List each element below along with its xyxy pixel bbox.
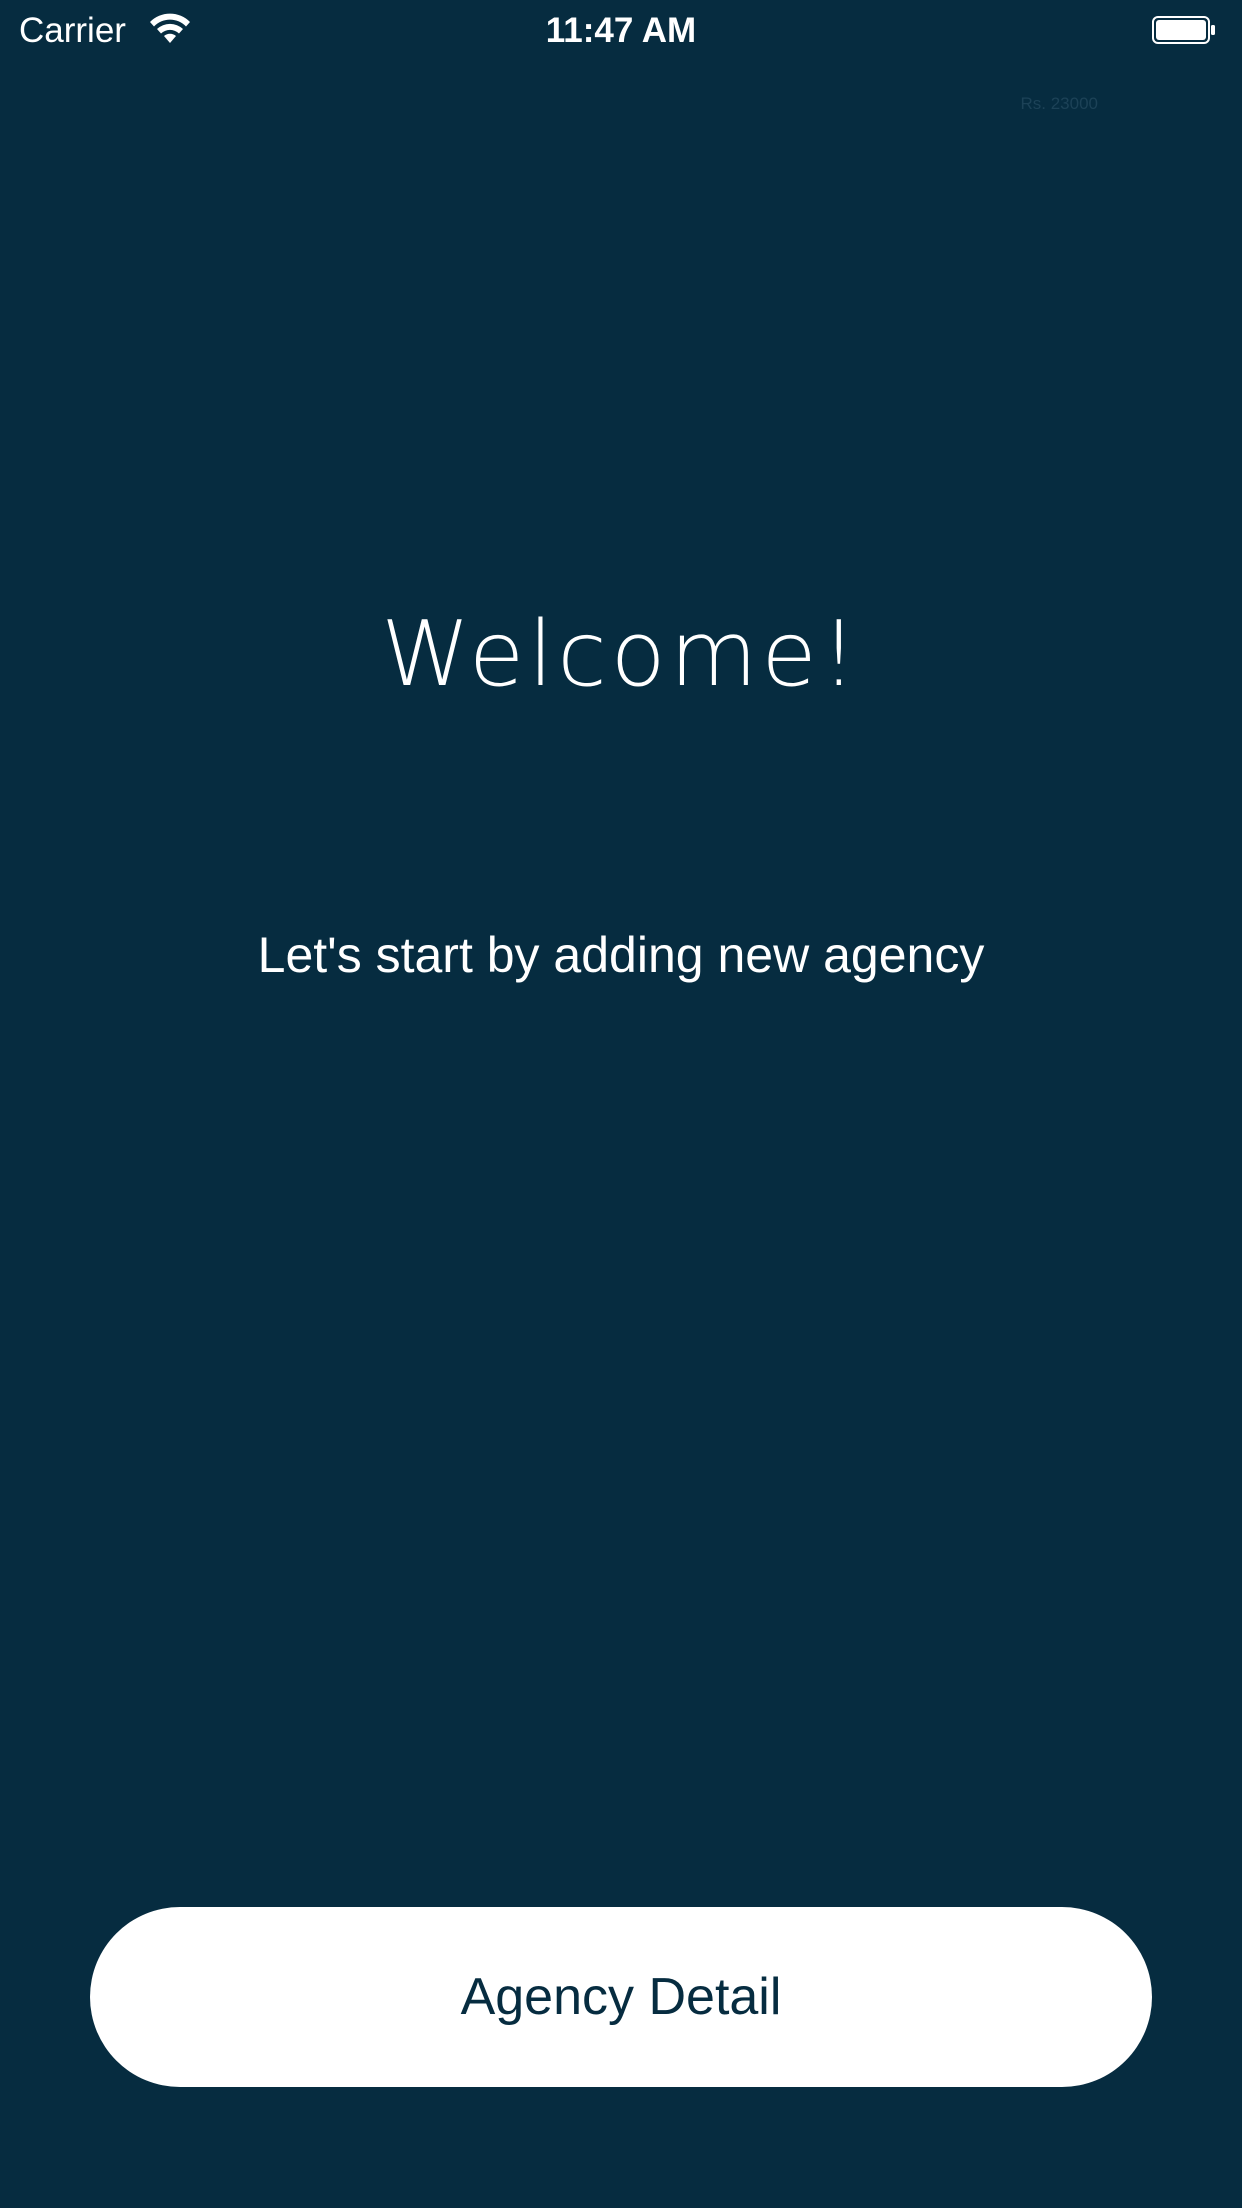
welcome-title: Welcome! bbox=[381, 602, 861, 707]
battery-icon bbox=[1152, 16, 1216, 44]
status-time: 11:47 AM bbox=[545, 11, 697, 50]
agency-detail-button[interactable]: Agency Detail bbox=[90, 1907, 1152, 2087]
welcome-screen: Carrier 11:47 AM Rs. 23000 Welcome! Let'… bbox=[0, 0, 1242, 2208]
agency-detail-button-label: Agency Detail bbox=[460, 1968, 782, 2026]
welcome-subtitle: Let's start by adding new agency bbox=[257, 927, 985, 983]
status-bar: Carrier 11:47 AM bbox=[0, 0, 1242, 62]
amount-label: Rs. 23000 bbox=[1020, 94, 1099, 113]
